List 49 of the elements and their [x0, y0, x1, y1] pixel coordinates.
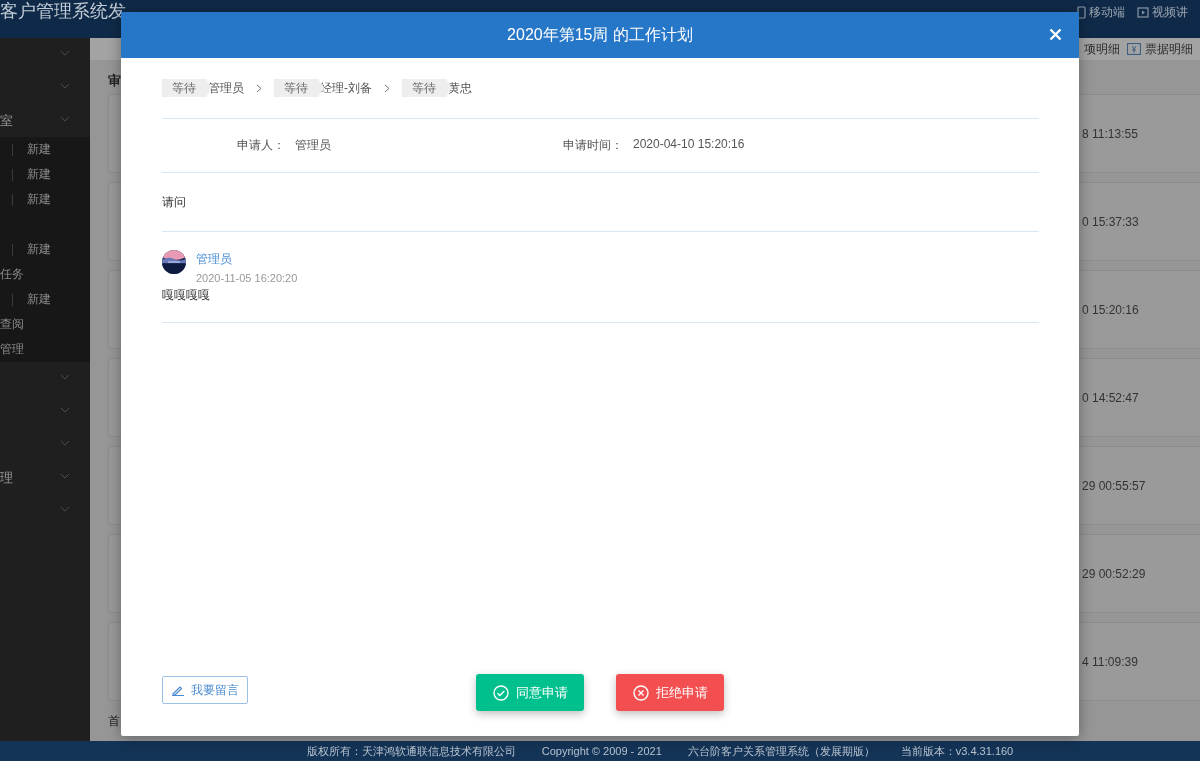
- check-circle-icon: [492, 684, 509, 701]
- comment-time: 2020-11-05 16:20:20: [196, 272, 298, 284]
- comment-author[interactable]: 管理员: [196, 251, 298, 268]
- card-time: 0 15:20:16: [1082, 302, 1140, 317]
- card-time: 29 00:55:57: [1082, 478, 1147, 493]
- footer-text: 版权所有：天津鸿软通联信息技术有限公司: [306, 743, 516, 759]
- footer-text: 当前版本：v3.4.31.160: [900, 743, 1014, 759]
- card-time: 0 15:37:33: [1082, 214, 1140, 229]
- cross-circle-icon: [632, 684, 649, 701]
- submenu-item[interactable]: 管理: [0, 341, 24, 358]
- phone-icon: [1077, 6, 1086, 19]
- new-link[interactable]: 新建: [27, 241, 51, 258]
- field-label: 申请时间：: [563, 137, 623, 154]
- new-link[interactable]: 新建: [27, 141, 51, 158]
- submenu-item[interactable]: 查阅: [0, 316, 24, 333]
- close-button[interactable]: [1049, 28, 1062, 41]
- footer-text: 六台阶客户关系管理系统（发展期版）: [687, 743, 875, 759]
- menu-item[interactable]: 室: [0, 111, 13, 130]
- submenu-item[interactable]: 任务: [0, 266, 24, 283]
- chevron-right-icon: [256, 83, 262, 93]
- new-link[interactable]: 新建: [27, 191, 51, 208]
- chevron-right-icon: [384, 83, 390, 93]
- pager-link[interactable]: 首: [108, 713, 120, 730]
- field-value: 管理员: [295, 137, 331, 154]
- dialog-title: 2020年第15周 的工作计划: [507, 24, 693, 45]
- close-icon: [1049, 28, 1062, 41]
- reject-button[interactable]: 拒绝申请: [616, 674, 724, 711]
- field-value: 2020-04-10 15:20:16: [633, 137, 745, 153]
- footer-text: Copyright © 2009 - 2021: [541, 745, 662, 757]
- card-time: 0 14:52:47: [1082, 390, 1140, 405]
- toolbar-link[interactable]: 项明细: [1084, 40, 1120, 58]
- header-link[interactable]: 视频讲: [1137, 4, 1188, 21]
- card-time: 29 00:52:29: [1082, 566, 1147, 581]
- pencil-icon: [171, 684, 185, 696]
- field-label: 申请人：: [237, 137, 285, 154]
- header-link[interactable]: 移动端: [1077, 4, 1125, 21]
- new-link[interactable]: 新建: [27, 291, 51, 308]
- video-icon: [1137, 7, 1149, 18]
- menu-item[interactable]: 理: [0, 468, 13, 487]
- app-title: 客户管理系统发: [0, 0, 126, 23]
- toolbar-link[interactable]: 票据明细: [1127, 40, 1193, 58]
- comment-text: 嘎嘎嘎嘎: [162, 287, 211, 304]
- bill-icon: [1127, 43, 1141, 55]
- section-heading: 审: [108, 72, 121, 90]
- card-time: 8 11:13:55: [1082, 126, 1139, 141]
- leave-message-button[interactable]: 我要留言: [162, 676, 248, 704]
- request-content: 请问: [162, 193, 186, 211]
- card-time: 4 11:09:39: [1082, 654, 1139, 669]
- new-link[interactable]: 新建: [27, 166, 51, 183]
